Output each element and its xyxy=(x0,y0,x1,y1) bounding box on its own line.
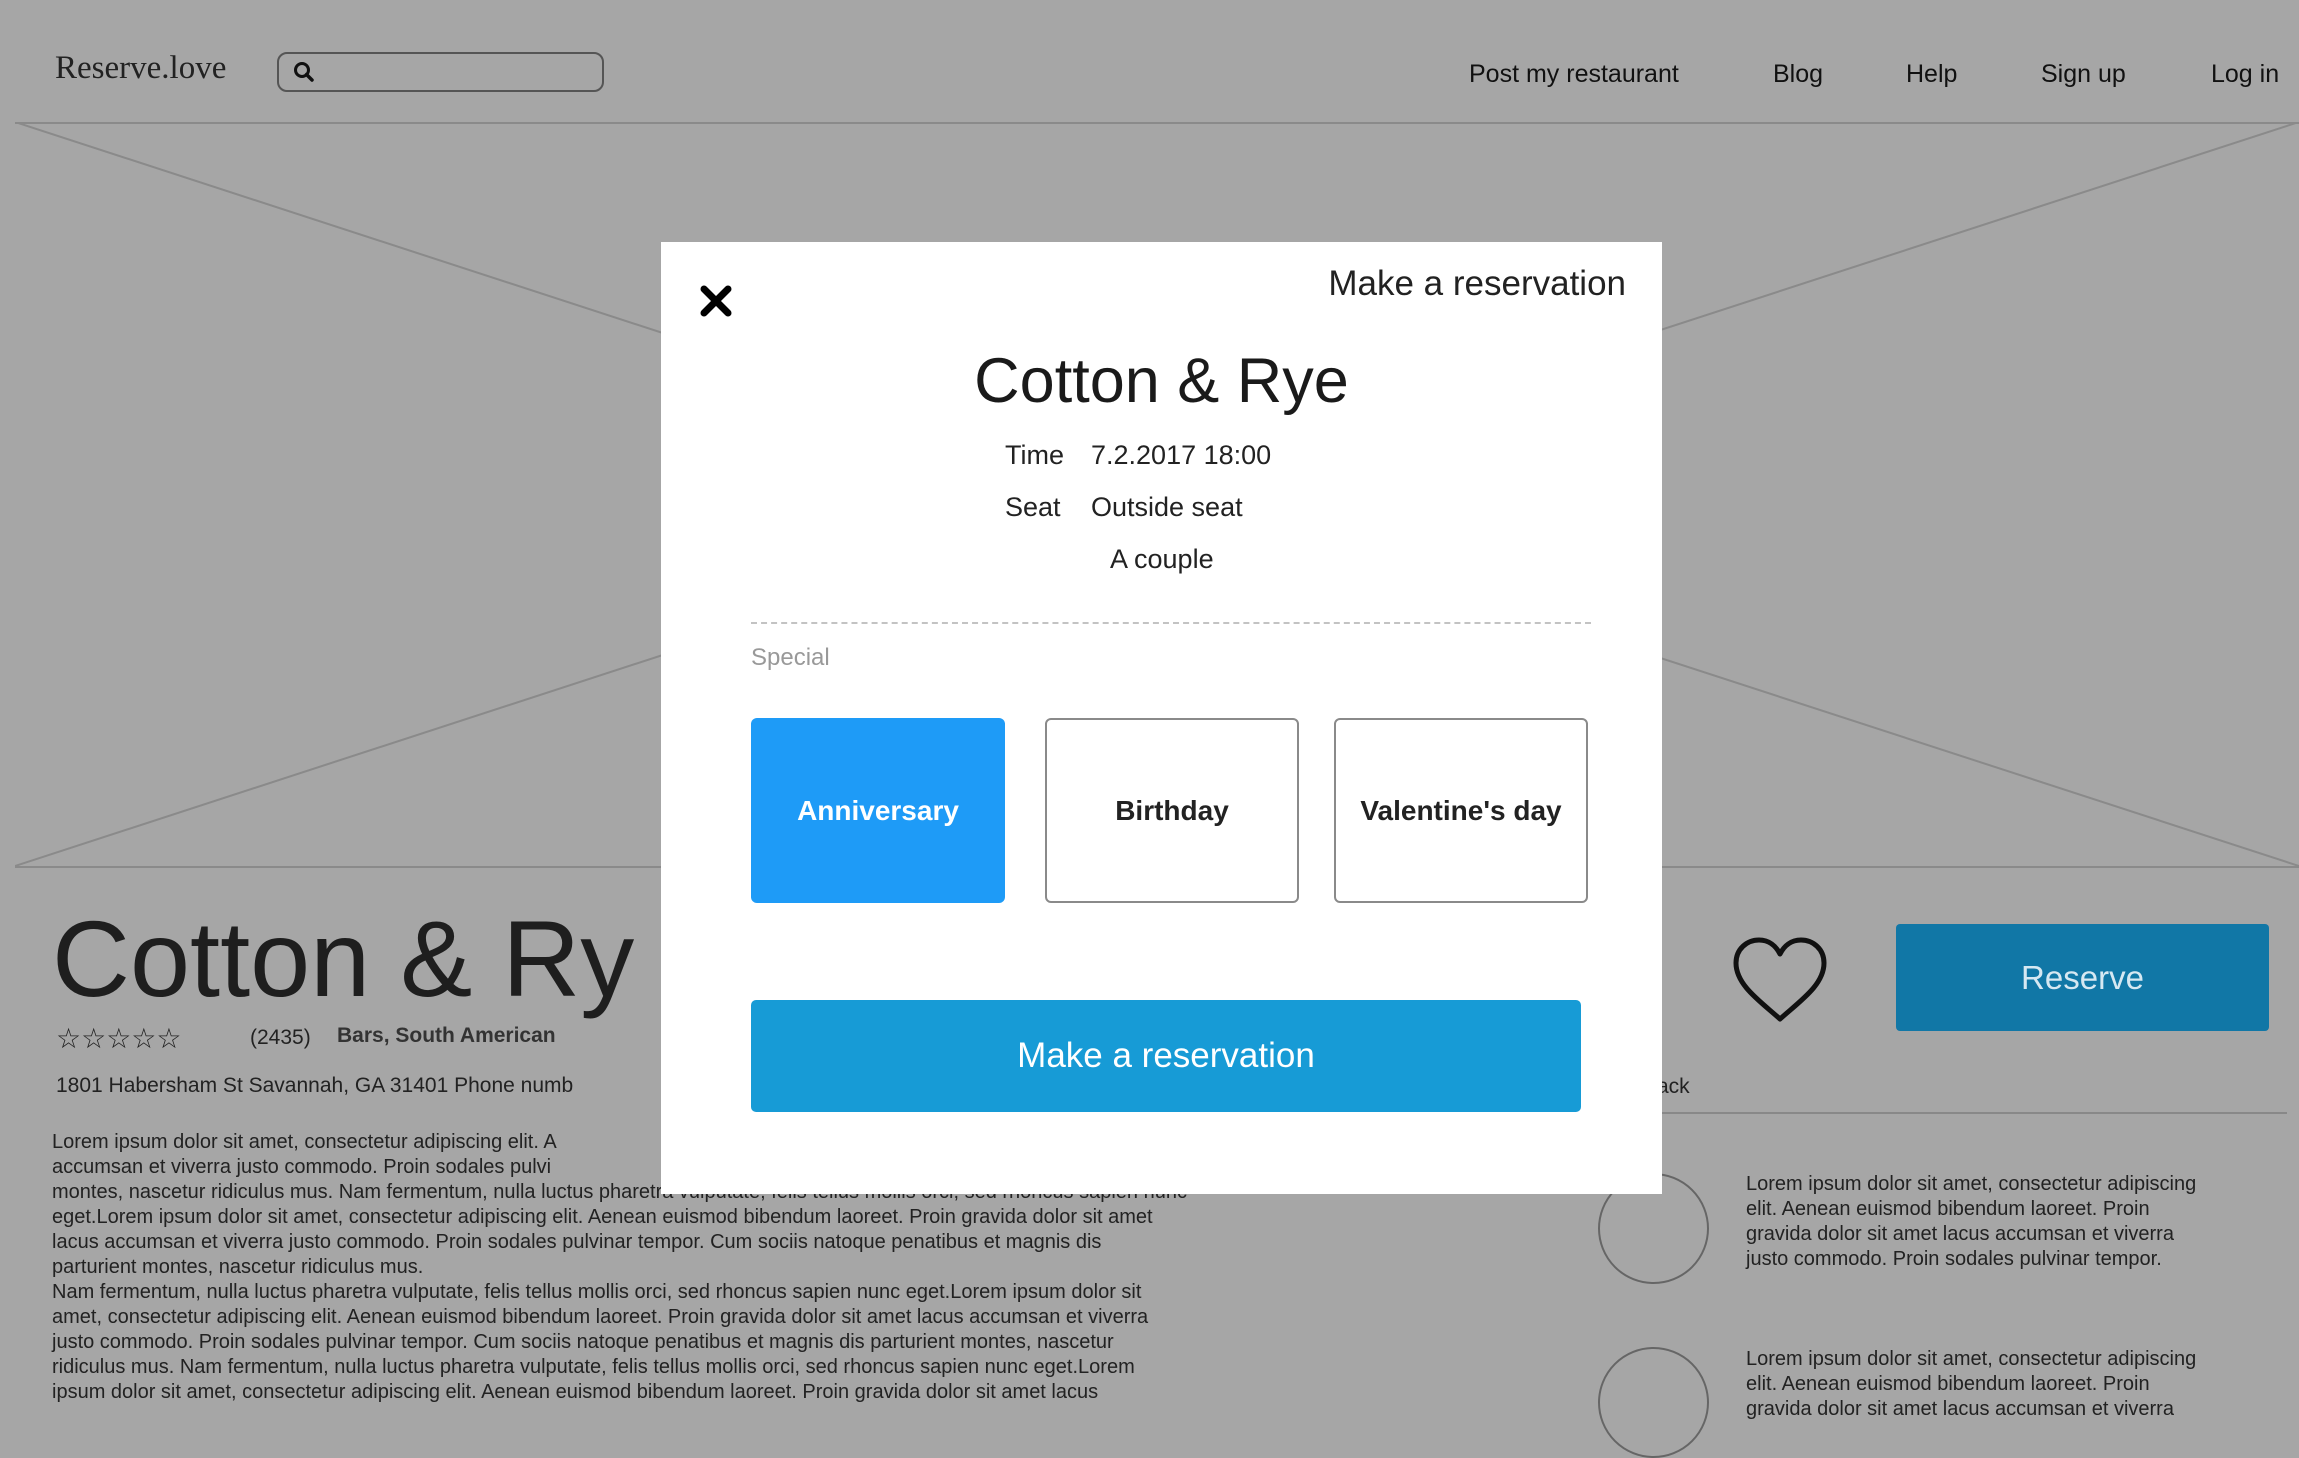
description-line: justo commodo. Proin sodales pulvinar te… xyxy=(52,1331,1114,1353)
review-line: gravida dolor sit amet lacus accumsan et… xyxy=(1746,1398,2174,1420)
reservation-modal: Make a reservation Cotton & Rye Time 7.2… xyxy=(661,242,1662,1194)
description-line: Nam fermentum, nulla luctus pharetra vul… xyxy=(52,1281,1142,1303)
description-line: parturient montes, nascetur ridiculus mu… xyxy=(52,1256,424,1278)
top-nav: Reserve.love Post my restaurant Blog Hel… xyxy=(15,30,2299,124)
description-line: ridiculus mus. Nam fermentum, nulla luct… xyxy=(52,1356,1135,1378)
review-line: elit. Aenean euismod bibendum laoreet. P… xyxy=(1746,1373,2150,1395)
restaurant-categories: Bars, South American xyxy=(337,1024,556,1047)
nav-link-post-restaurant[interactable]: Post my restaurant xyxy=(1469,60,1679,89)
description-line: amet, consectetur adipiscing elit. Aenea… xyxy=(52,1306,1149,1328)
time-label: Time xyxy=(1005,440,1064,470)
modal-restaurant-title: Cotton & Rye xyxy=(974,346,1349,416)
review-line: gravida dolor sit amet lacus accumsan et… xyxy=(1746,1223,2174,1245)
logo[interactable]: Reserve.love xyxy=(55,50,226,87)
option-birthday[interactable]: Birthday xyxy=(1045,718,1299,903)
restaurant-address: 1801 Habersham St Savannah, GA 31401 Pho… xyxy=(56,1074,574,1097)
review-line: elit. Aenean euismod bibendum laoreet. P… xyxy=(1746,1198,2150,1220)
divider xyxy=(1597,1112,2287,1114)
special-label: Special xyxy=(751,644,830,671)
dashed-divider xyxy=(751,622,1591,624)
modal-header: Make a reservation xyxy=(1328,264,1626,303)
review-line: Lorem ipsum dolor sit amet, consectetur … xyxy=(1746,1348,2197,1370)
rating-stars: ☆☆☆☆☆ xyxy=(56,1023,182,1054)
option-anniversary[interactable]: Anniversary xyxy=(751,718,1005,903)
nav-link-log-in[interactable]: Log in xyxy=(2211,60,2279,89)
nav-link-sign-up[interactable]: Sign up xyxy=(2041,60,2126,89)
description-line: ipsum dolor sit amet, consectetur adipis… xyxy=(52,1381,1099,1403)
review-text: Lorem ipsum dolor sit amet, consectetur … xyxy=(1746,1172,2296,1272)
review-count: (2435) xyxy=(250,1026,311,1049)
restaurant-title: Cotton & Ry xyxy=(52,898,635,1019)
description-line: lacus accumsan et viverra justo commodo.… xyxy=(52,1231,1102,1253)
avatar xyxy=(1598,1347,1709,1458)
review-line: Lorem ipsum dolor sit amet, consectetur … xyxy=(1746,1173,2197,1195)
heart-icon[interactable] xyxy=(1730,935,1830,1025)
seat-value: Outside seat xyxy=(1091,492,1243,522)
close-icon[interactable] xyxy=(699,284,733,318)
review-text: Lorem ipsum dolor sit amet, consectetur … xyxy=(1746,1347,2296,1422)
option-valentines-day[interactable]: Valentine's day xyxy=(1334,718,1588,903)
seat-label: Seat xyxy=(1005,492,1061,522)
page: Reserve.love Post my restaurant Blog Hel… xyxy=(0,0,2299,1458)
party-size: A couple xyxy=(1110,544,1214,574)
reserve-button[interactable]: Reserve xyxy=(1896,924,2269,1031)
search-icon xyxy=(294,62,314,82)
time-value: 7.2.2017 18:00 xyxy=(1091,440,1272,470)
nav-link-blog[interactable]: Blog xyxy=(1773,60,1823,89)
description-line: eget.Lorem ipsum dolor sit amet, consect… xyxy=(52,1206,1153,1228)
nav-link-help[interactable]: Help xyxy=(1906,60,1957,89)
make-reservation-button[interactable]: Make a reservation xyxy=(751,1000,1581,1112)
search-input[interactable] xyxy=(277,52,604,92)
review-line: justo commodo. Proin sodales pulvinar te… xyxy=(1746,1248,2162,1270)
